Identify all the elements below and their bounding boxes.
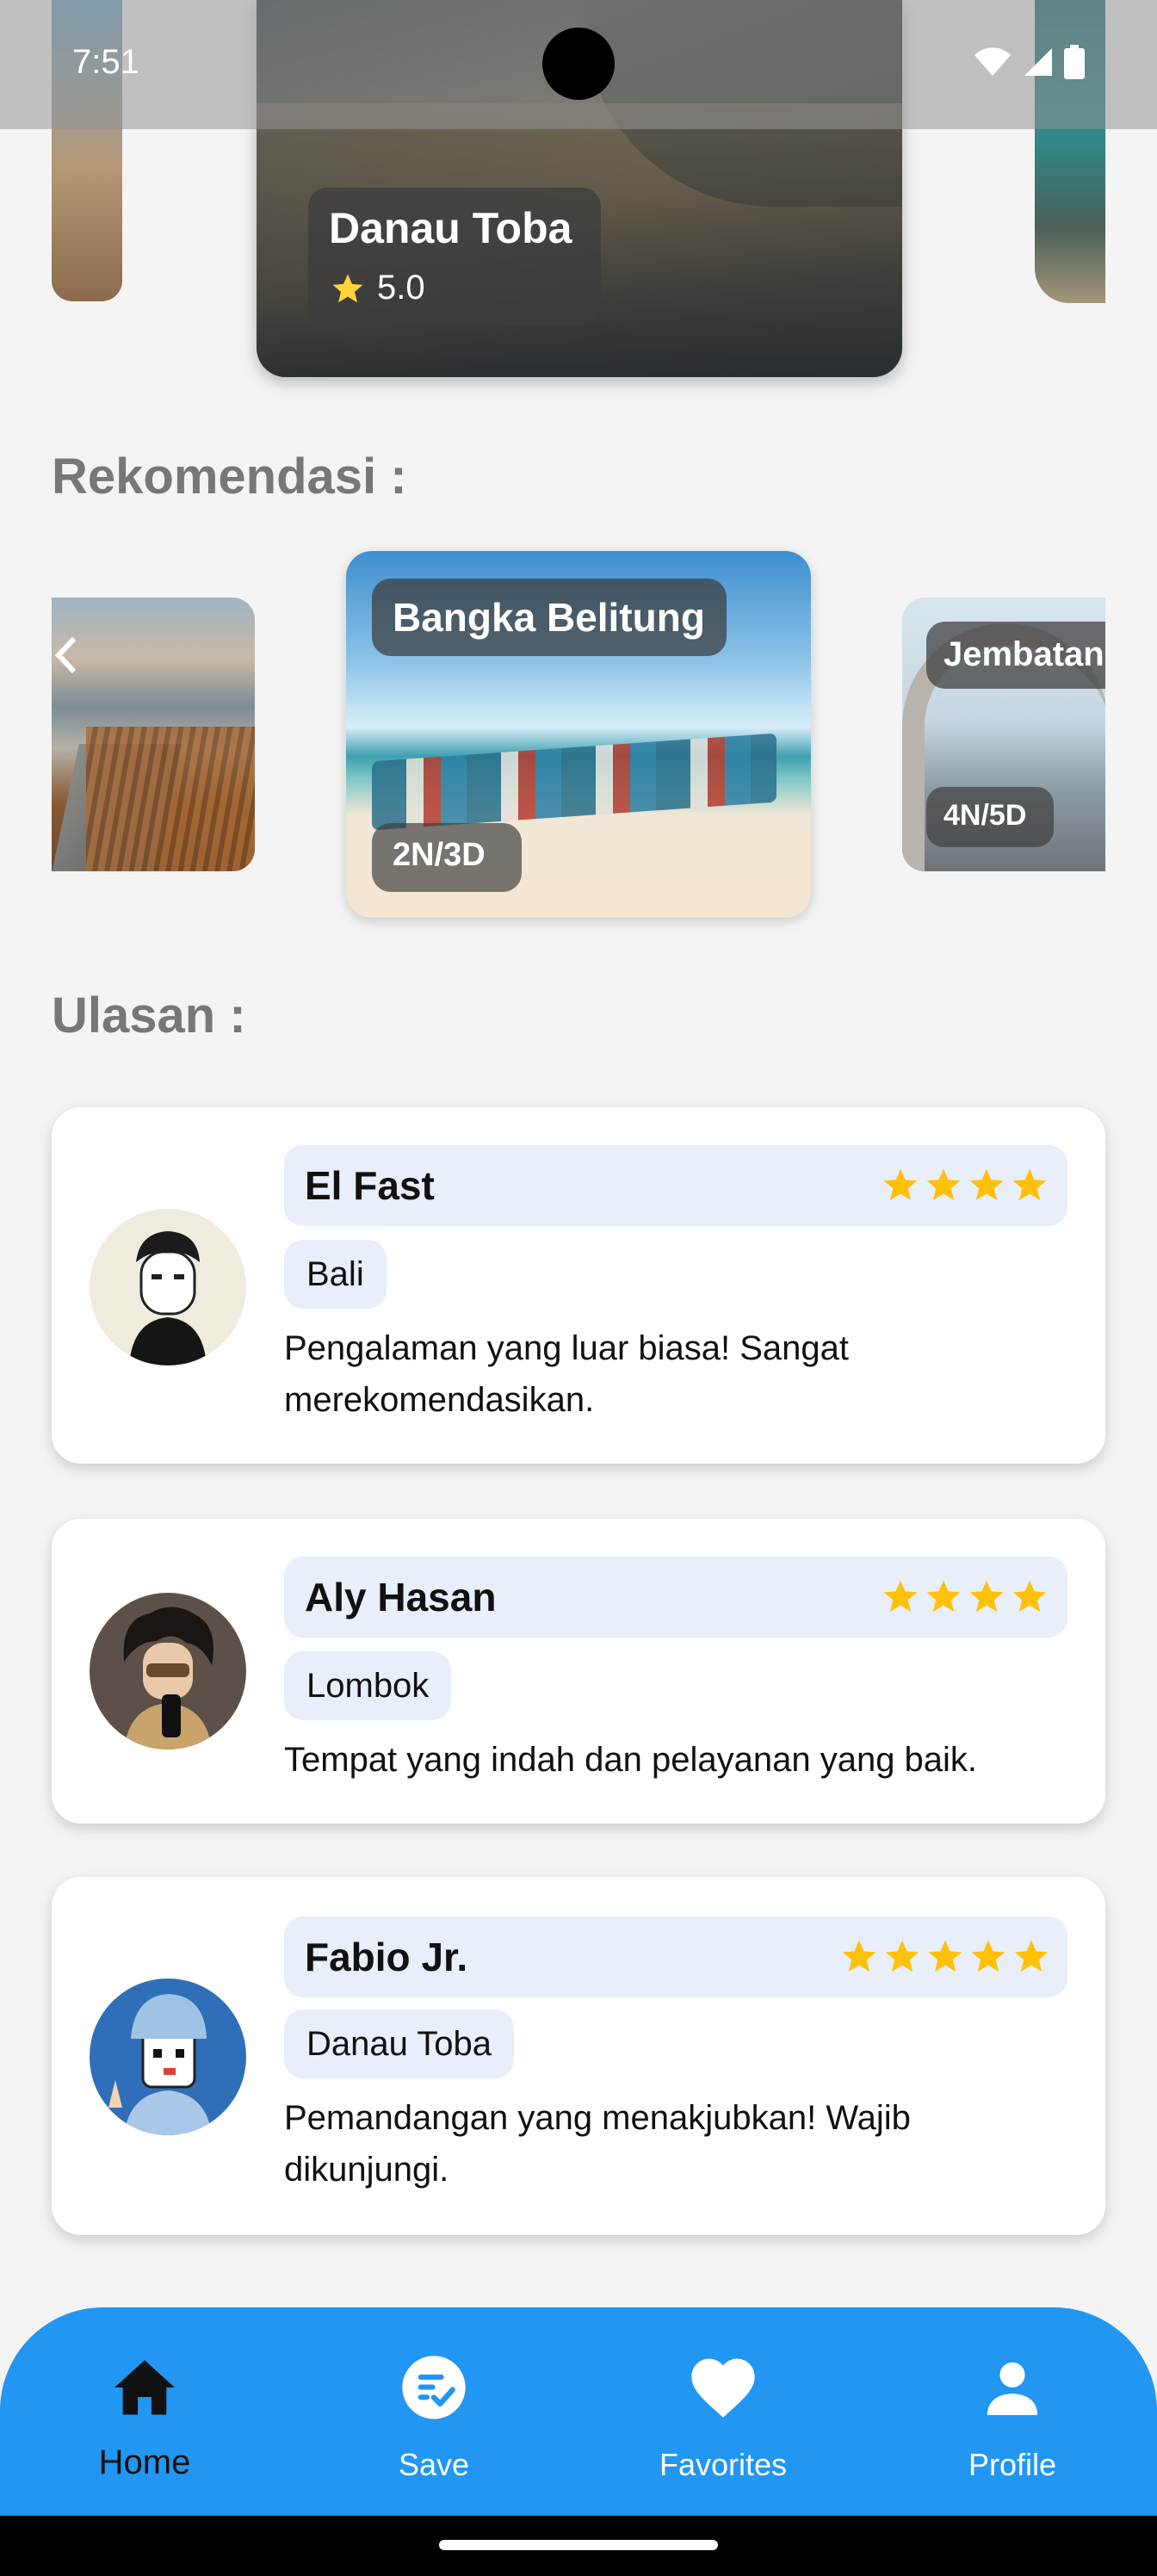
page-margin-left (0, 551, 52, 930)
nav-home[interactable]: Home (15, 2350, 274, 2497)
star-icon (926, 1168, 961, 1200)
pier-railing (86, 727, 255, 871)
nav-profile-label: Profile (968, 2447, 1057, 2482)
reviewer-avatar (90, 1593, 246, 1749)
avatar-illustration (129, 1231, 207, 1365)
reviewer-avatar (90, 1209, 246, 1365)
person-icon (982, 2350, 1043, 2424)
recommendation-title: Bangka Belitung (393, 595, 705, 640)
star-icon (928, 1940, 962, 1972)
star-icon (1014, 1940, 1049, 1972)
review-text: Tempat yang indah dan pelayanan yang bai… (284, 1741, 978, 1779)
review-stars (882, 1577, 1049, 1615)
reviews-title: Ulasan : (52, 988, 246, 1043)
review-stars (840, 1937, 1050, 1975)
featured-rating: 5.0 (331, 269, 425, 307)
nav-save[interactable]: Save (305, 2350, 563, 2497)
reviewer-name: El Fast (305, 1163, 435, 1208)
star-icon (969, 1580, 1004, 1612)
battery-icon (1064, 45, 1085, 79)
page-margin-right (1105, 551, 1157, 930)
status-icons (973, 45, 1085, 79)
review-text: Pengalaman yang luar biasa! Sangat merek… (284, 1329, 850, 1419)
camera-cutout (542, 28, 615, 100)
star-icon (883, 1168, 918, 1200)
star-icon (971, 1940, 1005, 1972)
review-place-chip: Danau Toba (284, 2009, 514, 2078)
reviewer-avatar (90, 1978, 246, 2135)
wifi-icon (974, 47, 1011, 76)
recommendation-duration: 2N/3D (393, 837, 486, 873)
status-time: 7:51 (72, 43, 139, 81)
star-icon (1012, 1580, 1047, 1612)
star-icon (969, 1168, 1004, 1200)
heart-icon (689, 2350, 758, 2424)
avatar-illustration (123, 1607, 213, 1749)
review-text: Pemandangan yang menakjubkan! Wajib diku… (284, 2099, 911, 2189)
featured-rating-value: 5.0 (377, 269, 425, 307)
signal-icon (1024, 48, 1052, 76)
reviewer-name: Fabio Jr. (305, 1935, 468, 1979)
star-icon (1012, 1168, 1047, 1200)
review-place-chip: Lombok (284, 1651, 452, 1720)
nav-favorites[interactable]: Favorites (594, 2350, 852, 2497)
star-icon (885, 1940, 919, 1972)
recommendations-title: Rekomendasi : (52, 449, 407, 505)
chevron-left-icon[interactable] (52, 634, 77, 677)
review-place-chip: Bali (284, 1240, 387, 1309)
recommendation-next-duration: 4N/5D (944, 799, 1027, 832)
home-gesture-indicator[interactable] (439, 2540, 718, 2550)
nav-profile[interactable]: Profile (883, 2350, 1142, 2497)
nav-favorites-label: Favorites (659, 2447, 788, 2482)
reviewer-name: Aly Hasan (305, 1575, 497, 1619)
review-stars (882, 1166, 1049, 1204)
boats-image (372, 733, 776, 831)
featured-title: Danau Toba (329, 204, 572, 252)
home-icon (112, 2350, 177, 2424)
star-icon (883, 1580, 918, 1612)
star-icon (332, 273, 363, 302)
recommendation-card-previous[interactable] (52, 598, 255, 871)
nav-save-label: Save (398, 2447, 470, 2482)
nav-home-label: Home (98, 2443, 191, 2481)
recommendation-next-title: Jembatan (944, 635, 1104, 673)
star-icon (842, 1940, 876, 1972)
avatar-illustration (108, 1994, 212, 2135)
save-checklist-icon (399, 2350, 468, 2424)
star-icon (926, 1580, 961, 1612)
